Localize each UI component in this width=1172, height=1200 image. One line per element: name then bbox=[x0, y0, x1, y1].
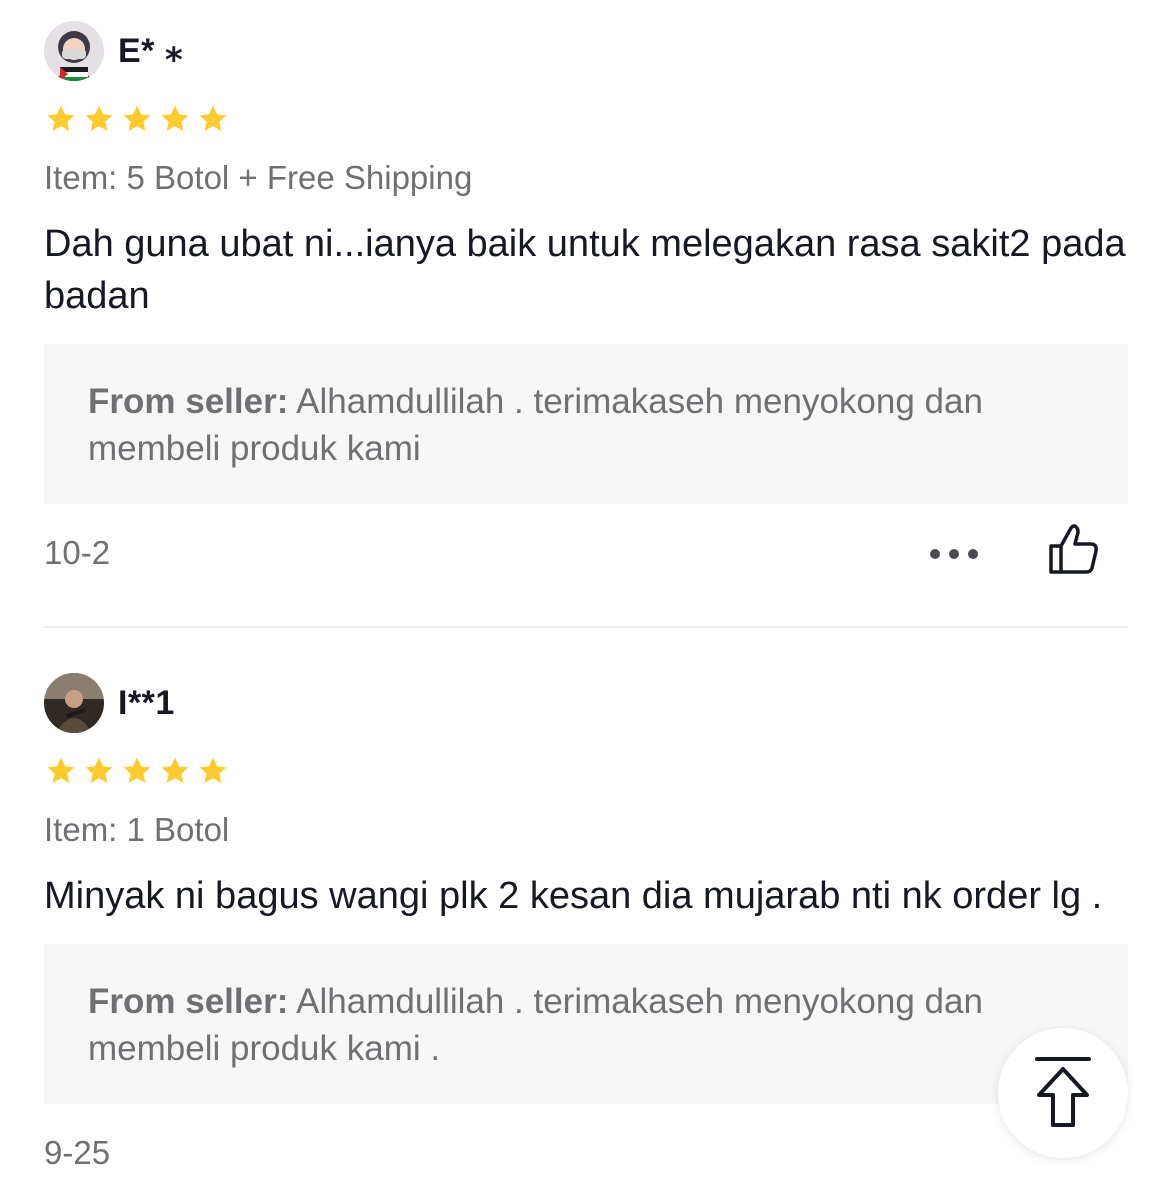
review-footer: 10-2 bbox=[44, 504, 1128, 600]
review-text: Minyak ni bagus wangi plk 2 kesan dia mu… bbox=[44, 875, 1103, 917]
star-icon bbox=[85, 105, 113, 132]
more-icon[interactable] bbox=[930, 534, 978, 574]
avatar[interactable] bbox=[44, 21, 104, 81]
seller-reply: From seller: Alhamdullilah . terimakaseh… bbox=[44, 944, 1128, 1104]
star-icon bbox=[47, 105, 75, 132]
thumbs-up-icon[interactable] bbox=[1044, 520, 1104, 580]
review-header: I**1 bbox=[44, 672, 1128, 734]
star-icon bbox=[161, 105, 189, 132]
star-rating bbox=[44, 102, 1128, 136]
review-date: 9-25 bbox=[44, 1134, 111, 1171]
review-card: E* ⁎ Item: 5 Botol + Free Shipping Dah g… bbox=[44, 20, 1128, 600]
review-footer: 9-25 bbox=[44, 1104, 1128, 1200]
username[interactable]: E* ⁎ bbox=[118, 31, 183, 71]
star-icon bbox=[199, 105, 227, 132]
review-header: E* ⁎ bbox=[44, 20, 1128, 82]
star-icon bbox=[123, 105, 151, 132]
star-icon bbox=[199, 757, 227, 784]
star-icon bbox=[47, 757, 75, 784]
back-to-top-button[interactable] bbox=[998, 1028, 1128, 1158]
back-to-top-icon bbox=[1035, 1057, 1091, 1127]
seller-reply-label: From seller: bbox=[88, 382, 289, 421]
review-text: Dah guna ubat ni...ianya baik untuk mele… bbox=[44, 223, 1126, 317]
username[interactable]: I**1 bbox=[118, 684, 175, 723]
star-icon bbox=[123, 757, 151, 784]
divider bbox=[44, 626, 1128, 628]
item-variant: Item: 5 Botol + Free Shipping bbox=[44, 159, 473, 196]
seller-reply-label: From seller: bbox=[88, 982, 289, 1021]
avatar[interactable] bbox=[44, 673, 104, 733]
star-rating bbox=[44, 754, 1128, 788]
review-date: 10-2 bbox=[44, 534, 111, 571]
seller-reply: From seller: Alhamdullilah . terimakaseh… bbox=[44, 344, 1128, 504]
star-icon bbox=[85, 757, 113, 784]
star-icon bbox=[161, 757, 189, 784]
item-variant: Item: 1 Botol bbox=[44, 811, 230, 848]
review-card: I**1 Item: 1 Botol Minyak ni bagus wangi… bbox=[44, 672, 1128, 1200]
